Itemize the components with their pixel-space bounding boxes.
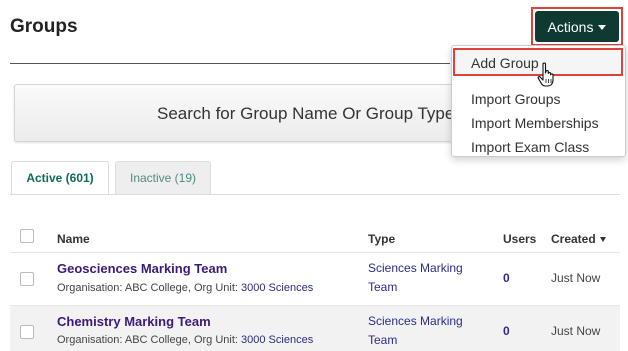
group-type-line1: Sciences Marking	[368, 261, 463, 275]
groups-page: Groups Actions Search for Group Name Or …	[0, 0, 628, 351]
menu-item-import-groups[interactable]: Import Groups	[471, 91, 560, 107]
title-divider	[10, 63, 450, 64]
group-users-count[interactable]: 0	[503, 271, 510, 285]
group-type-line2: Team	[368, 280, 398, 294]
group-name-link[interactable]: Chemistry Marking Team	[57, 314, 211, 329]
group-type-link[interactable]: Sciences Marking Team	[368, 312, 463, 350]
column-header-users[interactable]: Users	[503, 232, 536, 246]
caret-down-icon	[598, 25, 607, 30]
column-header-created[interactable]: Created	[551, 232, 606, 246]
group-org-unit: 3000 Sciences	[241, 282, 314, 294]
actions-label: Actions	[547, 18, 594, 35]
tab-inactive[interactable]: Inactive (19)	[115, 161, 211, 195]
select-all-checkbox[interactable]	[20, 229, 34, 243]
group-org-prefix: Organisation: ABC College, Org Unit:	[57, 334, 242, 346]
group-org-info: Organisation: ABC College, Org Unit: 300…	[57, 334, 313, 346]
group-org-prefix: Organisation: ABC College, Org Unit:	[57, 282, 242, 294]
column-header-created-label: Created	[551, 232, 596, 246]
search-bar[interactable]: Search for Group Name Or Group Type	[14, 84, 484, 142]
column-header-type[interactable]: Type	[368, 232, 395, 246]
menu-item-add-group-label: Add Group	[471, 55, 539, 71]
group-org-unit: 3000 Sciences	[241, 334, 314, 346]
actions-button[interactable]: Actions	[535, 11, 619, 42]
tab-active-label: Active (601)	[26, 171, 94, 185]
group-created: Just Now	[551, 271, 601, 285]
group-name-link[interactable]: Geosciences Marking Team	[57, 261, 227, 276]
menu-item-import-memberships[interactable]: Import Memberships	[471, 115, 599, 131]
header-divider	[10, 252, 620, 253]
group-type-line1: Sciences Marking	[368, 314, 463, 328]
sort-desc-icon	[599, 237, 606, 243]
page-title: Groups	[10, 16, 78, 37]
row-checkbox[interactable]	[20, 272, 34, 286]
search-placeholder: Search for Group Name Or Group Type	[157, 104, 455, 123]
hand-pointer-icon	[537, 62, 554, 87]
column-header-name[interactable]: Name	[57, 232, 90, 246]
group-users-count[interactable]: 0	[503, 324, 510, 338]
row-checkbox[interactable]	[20, 325, 34, 339]
tab-inactive-label: Inactive (19)	[129, 171, 197, 185]
actions-button-highlight: Actions	[531, 7, 623, 46]
tabs-divider	[10, 194, 620, 195]
group-created: Just Now	[551, 324, 601, 338]
tab-active[interactable]: Active (601)	[11, 161, 109, 195]
group-org-info: Organisation: ABC College, Org Unit: 300…	[57, 282, 313, 294]
menu-item-import-exam-class[interactable]: Import Exam Class	[471, 139, 589, 155]
group-type-line2: Team	[368, 333, 398, 347]
group-type-link[interactable]: Sciences Marking Team	[368, 259, 463, 297]
